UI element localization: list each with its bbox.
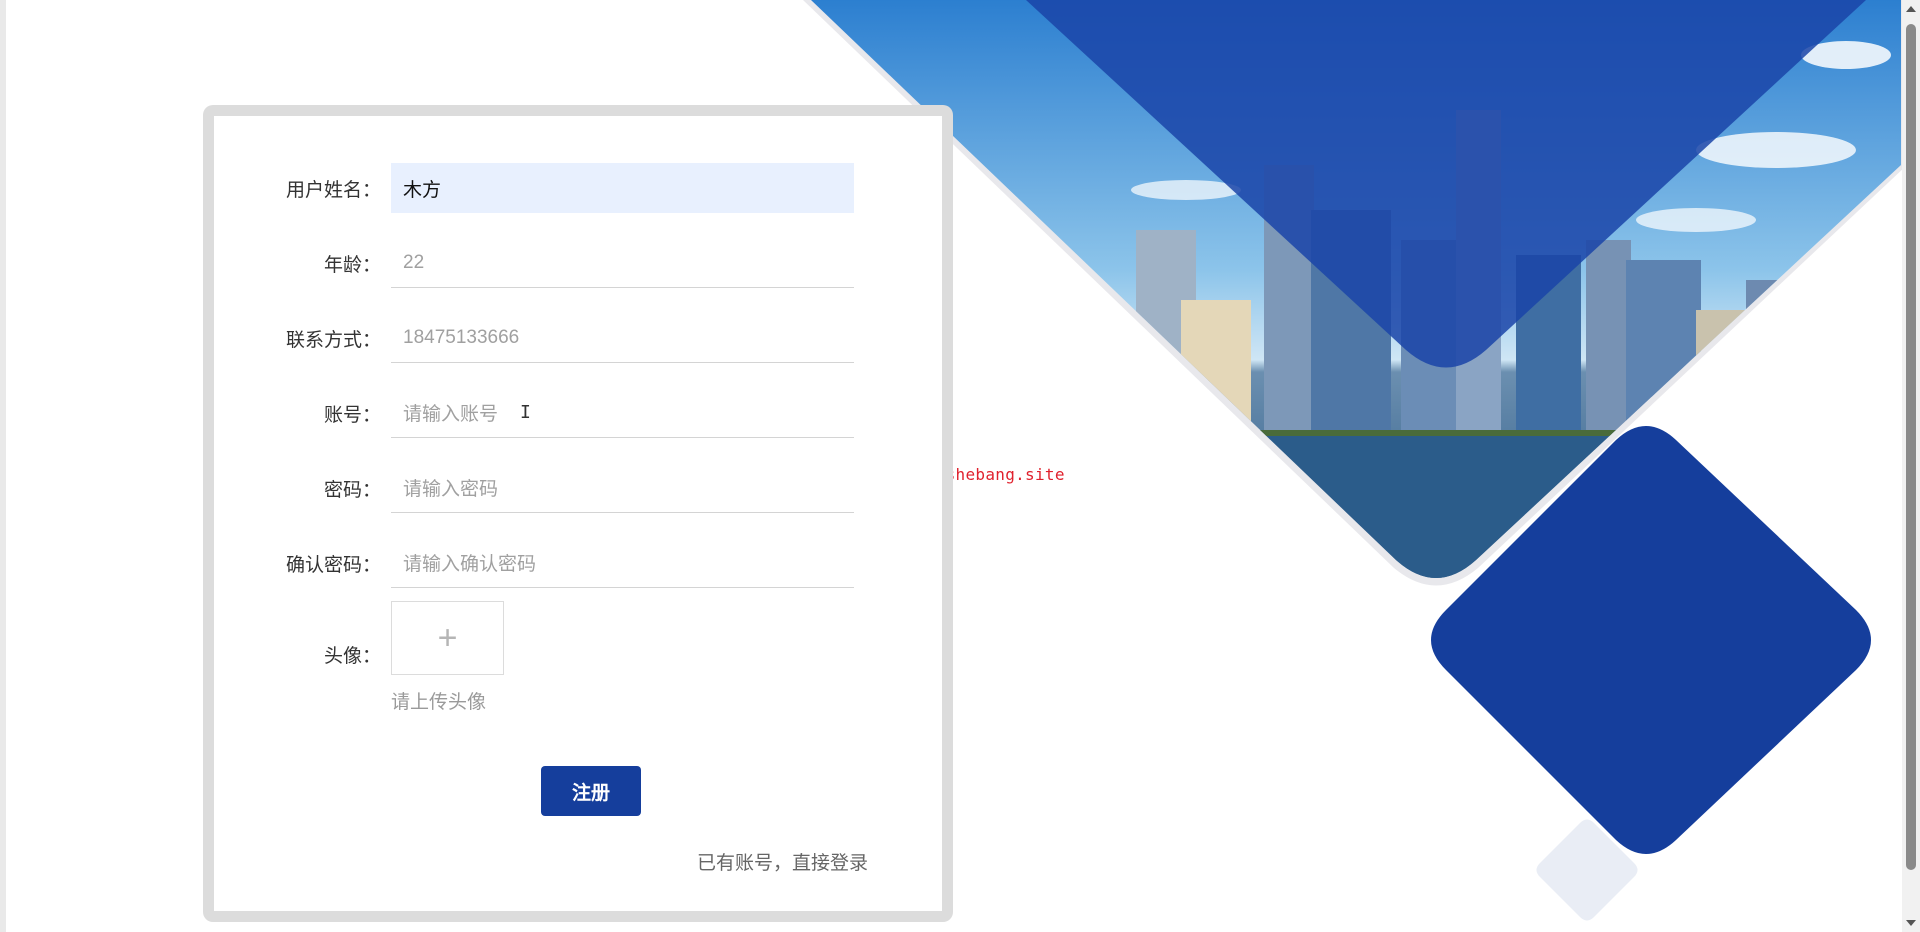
scroll-down-icon[interactable]: [1906, 920, 1916, 926]
avatar-upload-button[interactable]: +: [391, 601, 504, 675]
password-input[interactable]: 请输入密码: [391, 463, 854, 513]
account-label: 账号：: [323, 404, 381, 426]
name-input[interactable]: 木方: [391, 163, 854, 213]
confirm-password-label: 确认密码：: [285, 554, 381, 576]
form-row-account: 账号： 请输入账号: [214, 388, 942, 438]
scroll-thumb[interactable]: [1906, 24, 1916, 870]
age-input[interactable]: 22: [391, 238, 854, 288]
form-row-confirm-password: 确认密码： 请输入确认密码: [214, 538, 942, 588]
login-link[interactable]: 已有账号，直接登录: [697, 848, 868, 875]
form-row-password: 密码： 请输入密码: [214, 463, 942, 513]
text-cursor-icon: I: [520, 402, 531, 423]
contact-input[interactable]: 18475133666: [391, 313, 854, 363]
register-button[interactable]: 注册: [541, 766, 641, 816]
avatar-hint: 请上传头像: [391, 692, 487, 713]
form-row-contact: 联系方式： 18475133666: [214, 313, 942, 363]
form-row-age: 年龄： 22: [214, 238, 942, 288]
avatar-label: 头像：: [323, 646, 381, 667]
confirm-password-input[interactable]: 请输入确认密码: [391, 538, 854, 588]
plus-icon: +: [437, 618, 458, 657]
password-label: 密码：: [323, 479, 381, 501]
scroll-up-icon[interactable]: [1906, 6, 1916, 12]
name-label: 用户姓名：: [285, 179, 381, 201]
account-input[interactable]: 请输入账号: [391, 388, 854, 438]
register-card: 用户姓名： 木方 年龄： 22 联系方式： 18475133666 账号： 请输…: [203, 105, 953, 922]
form-row-name: 用户姓名： 木方: [214, 163, 942, 213]
age-label: 年龄：: [323, 254, 381, 276]
page: www.bishebang.site 用户姓名： 木方 年龄： 22 联系方式：…: [0, 0, 1920, 932]
contact-label: 联系方式：: [285, 329, 381, 351]
page-scrollbar[interactable]: [1902, 0, 1920, 932]
